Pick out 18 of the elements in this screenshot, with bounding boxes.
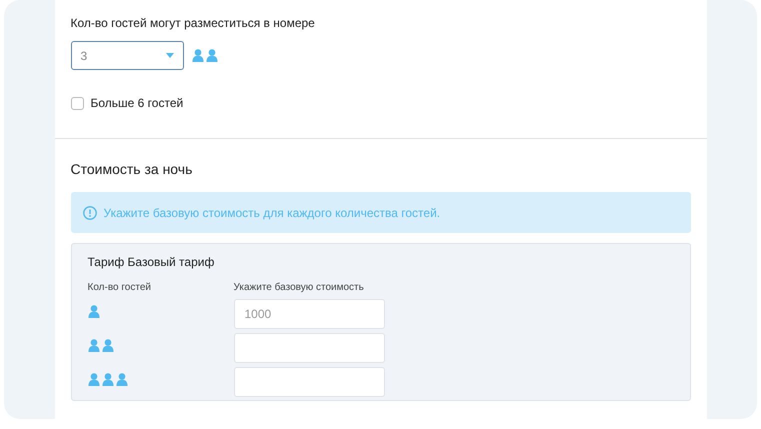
checkbox[interactable]: [70, 96, 84, 110]
caret-icon: [166, 53, 174, 58]
price-input[interactable]: [234, 367, 384, 397]
field-label: Кол-во гостей могут разместиться в номере: [70, 15, 316, 32]
alert-text: Укажите базовую стоимость для каждого количества гостей.: [104, 204, 440, 222]
checkbox-label: Больше 6 гостей: [90, 95, 184, 112]
column-header: Укажите базовую стоимость: [234, 281, 364, 295]
section-title: Стоимость за ночь: [70, 160, 194, 179]
guests-icon: [88, 339, 114, 352]
price-input[interactable]: [234, 333, 384, 363]
tariff-title: Тариф Базовый тариф: [88, 254, 216, 271]
info-icon: [82, 206, 96, 220]
column-header: Кол-во гостей: [88, 281, 152, 295]
guests-icon: [88, 373, 128, 386]
price-input[interactable]: 1000: [234, 299, 384, 329]
guests-icon: [192, 49, 218, 62]
guests-icon: [88, 305, 100, 318]
guests-select[interactable]: 3: [70, 41, 184, 70]
